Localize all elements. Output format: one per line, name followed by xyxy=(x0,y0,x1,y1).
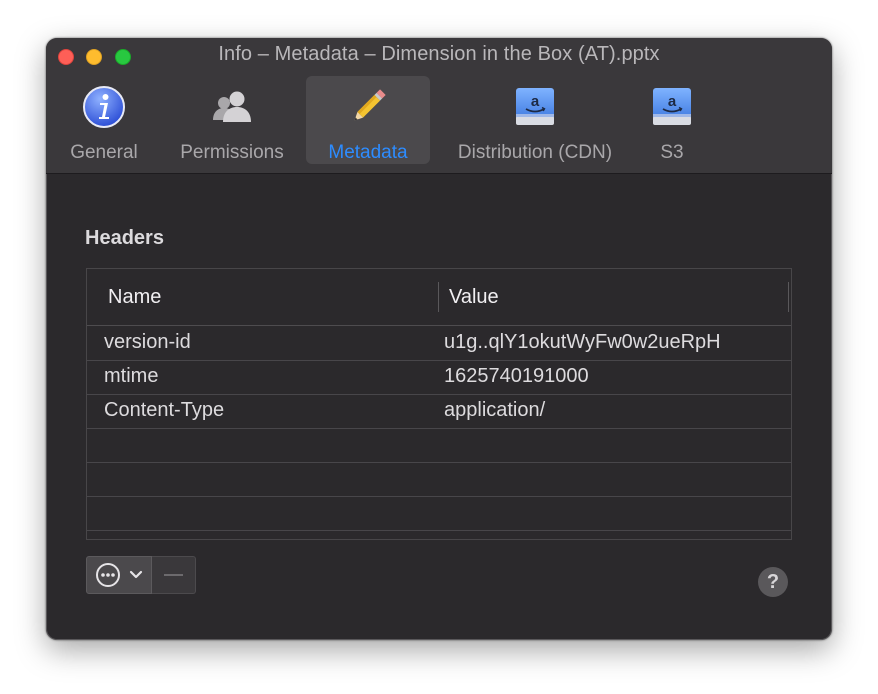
amazon-drive-icon: a xyxy=(653,88,691,125)
table-row[interactable]: Content-Type application/ xyxy=(87,394,791,429)
empty-table-row xyxy=(87,428,791,463)
table-header: Name Value xyxy=(87,269,791,326)
info-window: Info – Metadata – Dimension in the Box (… xyxy=(46,38,832,640)
svg-text:a: a xyxy=(531,93,540,110)
column-header-name[interactable]: Name xyxy=(108,286,161,309)
amazon-drive-icon: a xyxy=(516,88,554,125)
empty-table-row xyxy=(87,496,791,531)
tab-s3[interactable]: a S3 xyxy=(640,76,704,164)
info-icon xyxy=(83,86,125,128)
column-resize-handle[interactable] xyxy=(438,282,439,312)
headers-table: Name Value version-id u1g..qlY1okutWyFw0… xyxy=(86,268,792,540)
header-name-cell: version-id xyxy=(104,331,191,353)
empty-table-row xyxy=(87,462,791,497)
header-name-cell: mtime xyxy=(104,365,159,387)
tab-metadata-label: Metadata xyxy=(328,142,408,163)
tab-permissions[interactable]: Permissions xyxy=(170,76,294,164)
column-header-value[interactable]: Value xyxy=(449,286,499,309)
remove-header-button[interactable] xyxy=(152,556,196,594)
tab-general[interactable]: General xyxy=(62,76,146,164)
pencil-icon xyxy=(354,89,386,121)
toolbar: Info – Metadata – Dimension in the Box (… xyxy=(46,38,832,174)
header-value-cell: 1625740191000 xyxy=(444,365,589,387)
tab-general-label: General xyxy=(70,142,138,163)
tab-distribution-cdn[interactable]: a Distribution (CDN) xyxy=(442,76,628,164)
action-menu-button[interactable] xyxy=(86,556,152,594)
tab-permissions-label: Permissions xyxy=(180,142,284,163)
table-row[interactable]: mtime 1625740191000 xyxy=(87,360,791,395)
headers-section-title: Headers xyxy=(85,227,164,249)
tab-distribution-label: Distribution (CDN) xyxy=(457,142,613,163)
table-row[interactable]: version-id u1g..qlY1okutWyFw0w2ueRpH xyxy=(87,326,791,361)
column-resize-handle[interactable] xyxy=(788,282,789,312)
minus-icon xyxy=(164,574,183,576)
help-button[interactable]: ? xyxy=(758,567,788,597)
tab-s3-label: S3 xyxy=(660,142,684,163)
tab-metadata[interactable]: Metadata xyxy=(306,76,430,164)
header-value-cell: application/ xyxy=(444,399,546,421)
svg-text:a: a xyxy=(668,93,677,110)
header-value-cell: u1g..qlY1okutWyFw0w2ueRpH xyxy=(444,331,721,353)
header-name-cell: Content-Type xyxy=(104,399,225,421)
people-icon xyxy=(213,91,251,122)
window-title: Info – Metadata – Dimension in the Box (… xyxy=(218,43,660,65)
ellipsis-circle-icon xyxy=(96,563,143,587)
